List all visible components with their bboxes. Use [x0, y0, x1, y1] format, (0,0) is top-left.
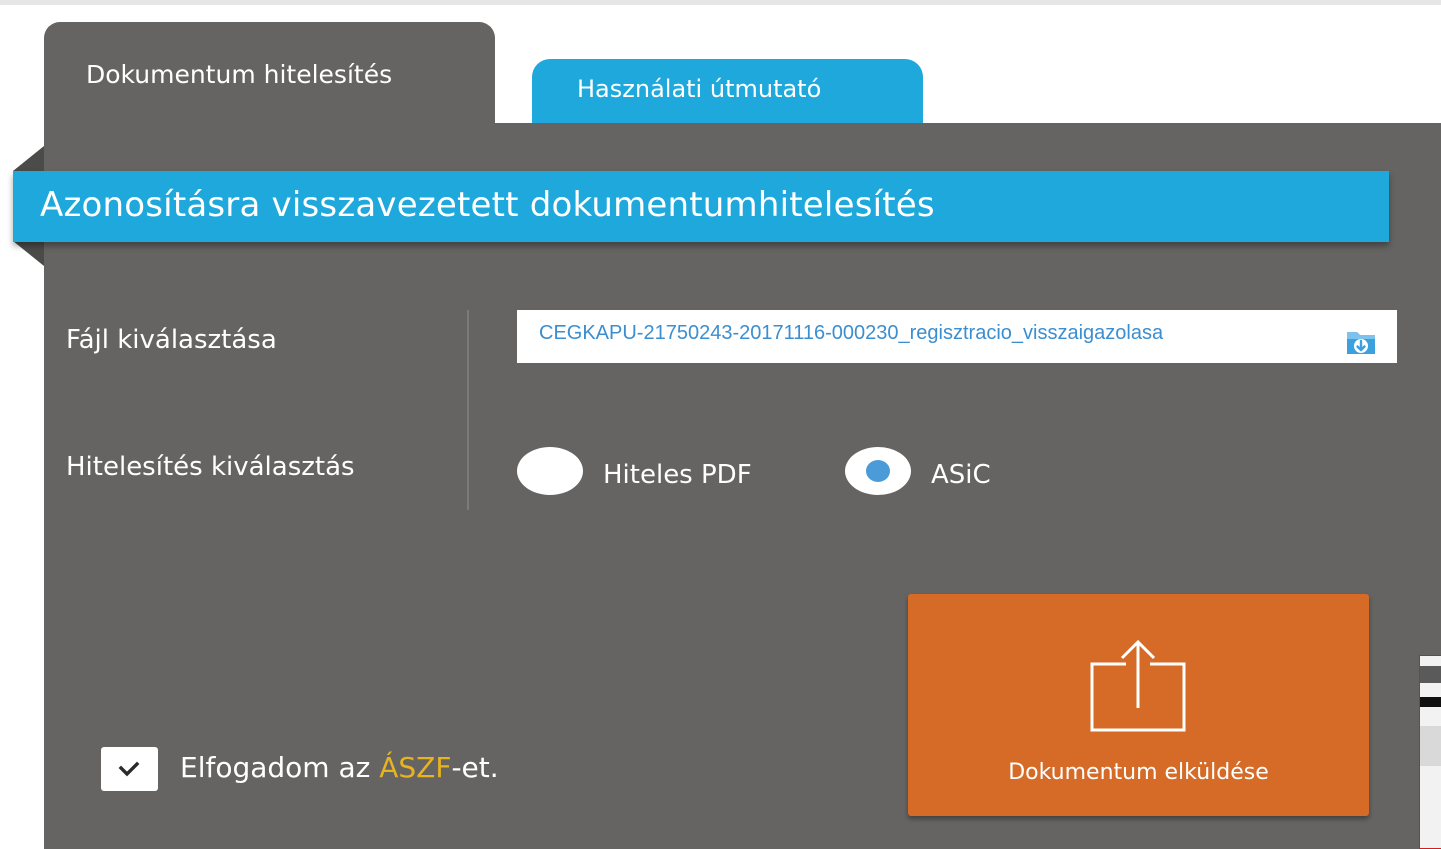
edge-bar	[1420, 666, 1441, 683]
radio-selected-dot	[866, 460, 890, 482]
accept-terms-prefix: Elfogadom az	[180, 751, 380, 784]
tab-dokumentum-hitelesites[interactable]: Dokumentum hitelesítés	[44, 22, 495, 126]
checkmark-icon	[118, 761, 140, 777]
tab-label: Használati útmutató	[577, 75, 822, 103]
file-name-value: CEGKAPU-21750243-20171116-000230_regiszt…	[539, 322, 1164, 344]
file-select-label: Fájl kiválasztása	[66, 325, 277, 355]
submit-label: Dokumentum elküldése	[1008, 760, 1269, 785]
file-input[interactable]: CEGKAPU-21750243-20171116-000230_regiszt…	[517, 310, 1397, 363]
auth-select-label: Hitelesítés kiválasztás	[66, 452, 355, 482]
accept-terms-checkbox[interactable]	[101, 747, 158, 791]
radio-hiteles-pdf[interactable]	[517, 447, 583, 495]
section-title-banner: Azonosításra visszavezetett dokumentumhi…	[13, 171, 1389, 242]
form-divider	[467, 310, 469, 510]
top-strip	[0, 0, 1441, 5]
accept-terms-text: Elfogadom az ÁSZF-et.	[180, 751, 499, 784]
folder-upload-icon[interactable]	[1345, 322, 1377, 356]
edge-bar	[1420, 726, 1441, 766]
radio-label-hiteles-pdf: Hiteles PDF	[603, 460, 752, 490]
tab-hasznalati-utmutato[interactable]: Használati útmutató	[532, 59, 923, 123]
radio-asic[interactable]	[845, 447, 911, 495]
page-title: Azonosításra visszavezetett dokumentumhi…	[40, 185, 935, 225]
ribbon-fold	[13, 241, 44, 266]
submit-document-button[interactable]: Dokumentum elküldése	[908, 594, 1369, 816]
ribbon-fold	[13, 146, 44, 171]
radio-label-asic: ASiC	[931, 460, 991, 490]
edge-bar	[1420, 697, 1441, 707]
upload-icon	[1088, 636, 1188, 736]
tab-label: Dokumentum hitelesítés	[86, 60, 393, 89]
aszf-link[interactable]: ÁSZF	[379, 751, 451, 784]
accept-terms-suffix: -et.	[451, 751, 499, 784]
cropped-window-edge	[1419, 655, 1441, 849]
